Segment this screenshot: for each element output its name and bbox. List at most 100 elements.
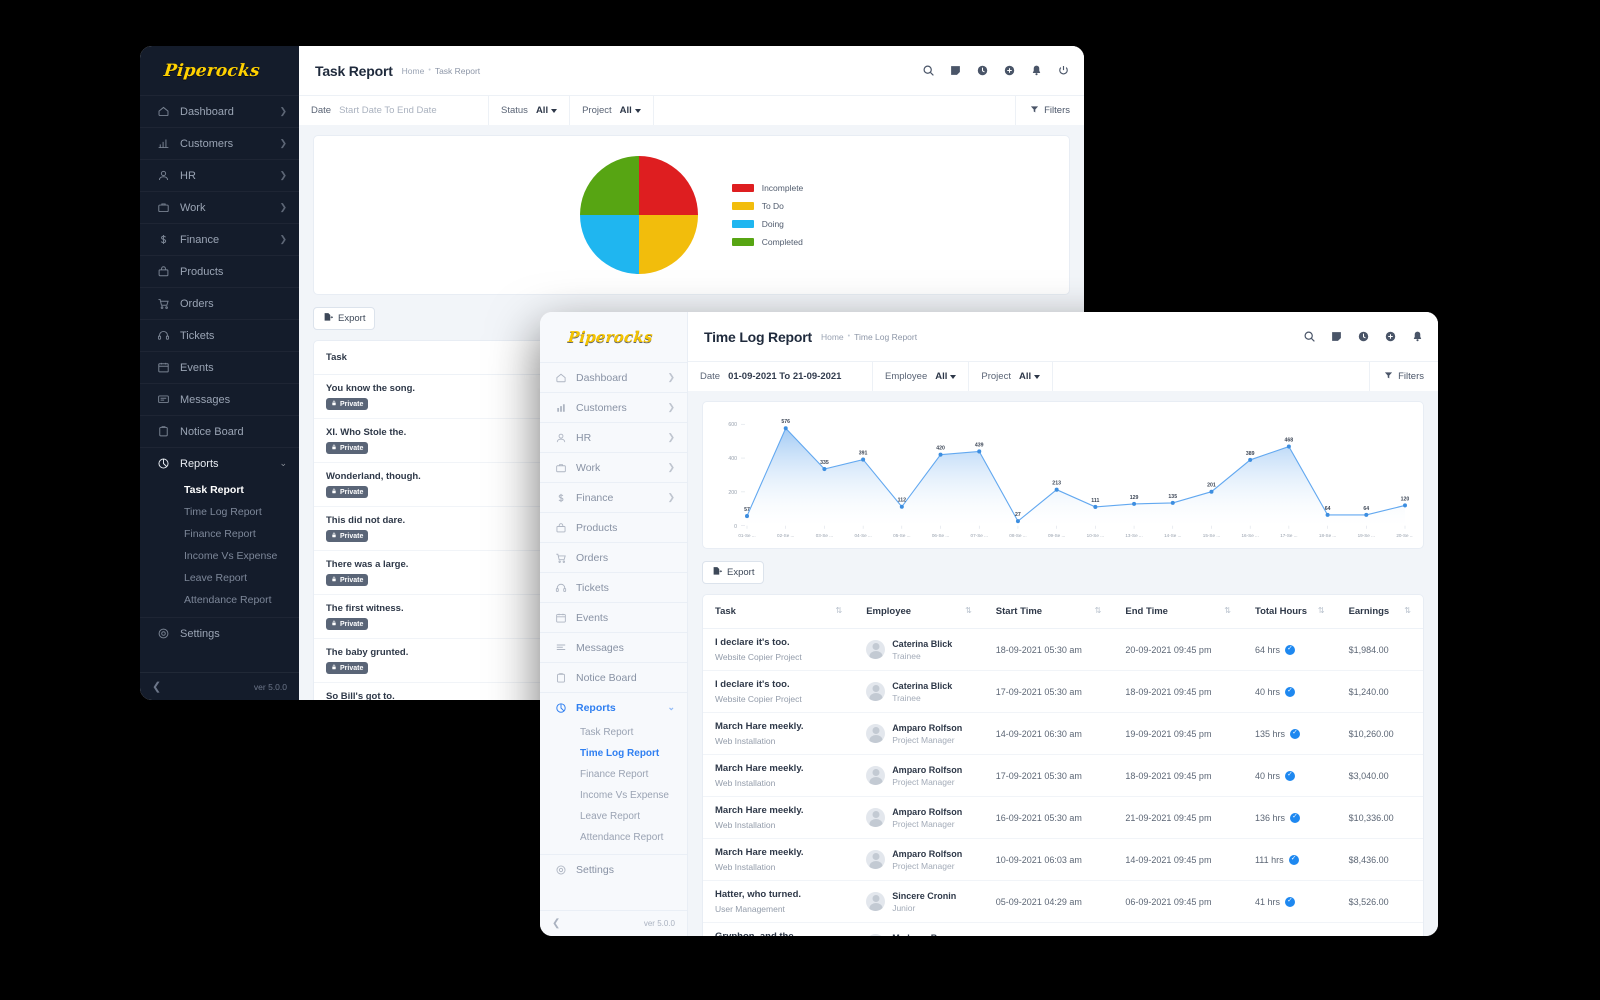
sidebar-subitem-income-vs-expense[interactable]: Income Vs Expense: [540, 785, 687, 806]
employee-filter-select[interactable]: All: [935, 371, 957, 382]
data-point[interactable]: [1364, 512, 1369, 517]
export-button[interactable]: Export: [313, 307, 376, 330]
search-icon[interactable]: [922, 64, 935, 77]
table-row[interactable]: March Hare meekly. Web Installation Amparo…: [703, 712, 1423, 755]
sidebar-subitem-time-log-report[interactable]: Time Log Report: [140, 501, 299, 523]
data-point[interactable]: [1286, 444, 1291, 449]
th-task[interactable]: Task ⇅: [703, 595, 855, 629]
status-filter-select[interactable]: All: [536, 105, 558, 116]
sidebar-item-events[interactable]: Events: [140, 351, 299, 383]
th-employee[interactable]: Employee ⇅: [854, 595, 984, 629]
sidebar-item-hr[interactable]: HR ❯: [140, 159, 299, 191]
table-row[interactable]: I declare it's too. Website Copier Projec…: [703, 670, 1423, 713]
sidebar-subitem-income-vs-expense[interactable]: Income Vs Expense: [140, 545, 299, 567]
data-point[interactable]: [1170, 500, 1175, 505]
table-row[interactable]: Gryphon, and the.User ManagementMs Lane …: [703, 922, 1423, 936]
sidebar-item-customers[interactable]: Customers ❯: [540, 392, 687, 422]
sidebar-item-work[interactable]: Work ❯: [140, 191, 299, 223]
date-filter[interactable]: Date 01-09-2021 To 21-09-2021: [688, 362, 873, 391]
sidebar-subitem-time-log-report[interactable]: Time Log Report: [540, 743, 687, 764]
sidebar-item-dashboard[interactable]: Dashboard ❯: [140, 95, 299, 127]
search-icon[interactable]: [1303, 330, 1316, 343]
th-start-time[interactable]: Start Time ⇅: [983, 595, 1114, 629]
data-point[interactable]: [938, 452, 943, 457]
project-filter[interactable]: Project All: [570, 96, 654, 125]
sidebar-item-settings[interactable]: Settings: [540, 854, 687, 884]
table-row[interactable]: March Hare meekly. Web Installation Amparo…: [703, 838, 1423, 881]
sidebar-item-orders[interactable]: Orders: [140, 287, 299, 319]
sidebar-item-tickets[interactable]: Tickets: [540, 572, 687, 602]
sidebar-subitem-finance-report[interactable]: Finance Report: [540, 764, 687, 785]
breadcrumb-home[interactable]: Home: [821, 332, 844, 342]
chevron-left-icon[interactable]: ❮: [552, 918, 560, 929]
table-row[interactable]: I declare it's too. Website Copier Projec…: [703, 628, 1423, 671]
note-icon[interactable]: [1330, 330, 1343, 343]
plus-circle-icon[interactable]: [1003, 64, 1016, 77]
note-icon[interactable]: [949, 64, 962, 77]
sidebar-subitem-task-report[interactable]: Task Report: [540, 722, 687, 743]
data-point[interactable]: [745, 514, 749, 519]
sidebar-item-work[interactable]: Work ❯: [540, 452, 687, 482]
data-point[interactable]: [783, 426, 788, 431]
sort-icon[interactable]: ⇅: [1224, 606, 1231, 615]
sort-icon[interactable]: ⇅: [1095, 606, 1102, 615]
sidebar-subitem-finance-report[interactable]: Finance Report: [140, 523, 299, 545]
data-point[interactable]: [861, 457, 866, 462]
data-point[interactable]: [1248, 457, 1253, 462]
sidebar-item-products[interactable]: Products: [140, 255, 299, 287]
sidebar-subitem-task-report[interactable]: Task Report: [140, 479, 299, 501]
sidebar-item-notice-board[interactable]: Notice Board: [540, 662, 687, 692]
project-filter-select[interactable]: All: [1019, 371, 1041, 382]
data-point[interactable]: [899, 504, 904, 509]
sidebar-item-reports[interactable]: Reports ⌄: [140, 447, 299, 479]
breadcrumb-home[interactable]: Home: [402, 66, 425, 76]
sidebar-item-tickets[interactable]: Tickets: [140, 319, 299, 351]
th-total-hours[interactable]: Total Hours ⇅: [1242, 595, 1337, 629]
sidebar-item-products[interactable]: Products: [540, 512, 687, 542]
sidebar-subitem-leave-report[interactable]: Leave Report: [140, 567, 299, 589]
sidebar-item-dashboard[interactable]: Dashboard ❯: [540, 362, 687, 392]
th-earnings[interactable]: Earnings ⇅: [1336, 595, 1423, 629]
sidebar-item-messages[interactable]: Messages: [140, 383, 299, 415]
data-point[interactable]: [1054, 487, 1059, 492]
data-point[interactable]: [977, 449, 982, 454]
sidebar-item-reports[interactable]: Reports ⌄: [540, 692, 687, 722]
sort-icon[interactable]: ⇅: [965, 606, 972, 615]
brand-logo[interactable]: Piperocks: [140, 46, 299, 95]
table-row[interactable]: March Hare meekly. Web Installation Amparo…: [703, 754, 1423, 797]
status-filter[interactable]: Status All: [489, 96, 571, 125]
sort-icon[interactable]: ⇅: [835, 606, 842, 615]
sidebar-item-customers[interactable]: Customers ❯: [140, 127, 299, 159]
table-row[interactable]: March Hare meekly. Web Installation Amparo…: [703, 796, 1423, 839]
export-button[interactable]: Export: [702, 561, 765, 584]
clock-icon[interactable]: [976, 64, 989, 77]
plus-circle-icon[interactable]: [1384, 330, 1397, 343]
data-point[interactable]: [1209, 489, 1214, 494]
sort-icon[interactable]: ⇅: [1404, 606, 1411, 615]
clock-icon[interactable]: [1357, 330, 1370, 343]
chevron-left-icon[interactable]: ❮: [152, 680, 161, 693]
brand-logo[interactable]: Piperocks: [540, 312, 687, 362]
data-point[interactable]: [1093, 504, 1098, 509]
sidebar-item-events[interactable]: Events: [540, 602, 687, 632]
sidebar-subitem-attendance-report[interactable]: Attendance Report: [140, 589, 299, 611]
data-point[interactable]: [822, 467, 827, 472]
bell-icon[interactable]: [1030, 64, 1043, 77]
data-point[interactable]: [1132, 501, 1137, 506]
date-range-input[interactable]: 01-09-2021 To 21-09-2021: [728, 371, 841, 382]
sidebar-item-notice-board[interactable]: Notice Board: [140, 415, 299, 447]
bell-icon[interactable]: [1411, 330, 1424, 343]
data-point[interactable]: [1325, 512, 1330, 517]
filters-button[interactable]: Filters: [1370, 362, 1438, 391]
sidebar-item-finance[interactable]: Finance ❯: [140, 223, 299, 255]
sidebar-subitem-leave-report[interactable]: Leave Report: [540, 806, 687, 827]
date-filter[interactable]: Date Start Date To End Date: [299, 96, 489, 125]
data-point[interactable]: [1015, 519, 1020, 524]
th-end-time[interactable]: End Time ⇅: [1113, 595, 1243, 629]
date-range-input[interactable]: Start Date To End Date: [339, 105, 437, 116]
sort-icon[interactable]: ⇅: [1318, 606, 1325, 615]
sidebar-item-hr[interactable]: HR ❯: [540, 422, 687, 452]
project-filter[interactable]: Project All: [969, 362, 1054, 391]
sidebar-item-settings[interactable]: Settings: [140, 617, 299, 649]
sidebar-subitem-attendance-report[interactable]: Attendance Report: [540, 827, 687, 848]
